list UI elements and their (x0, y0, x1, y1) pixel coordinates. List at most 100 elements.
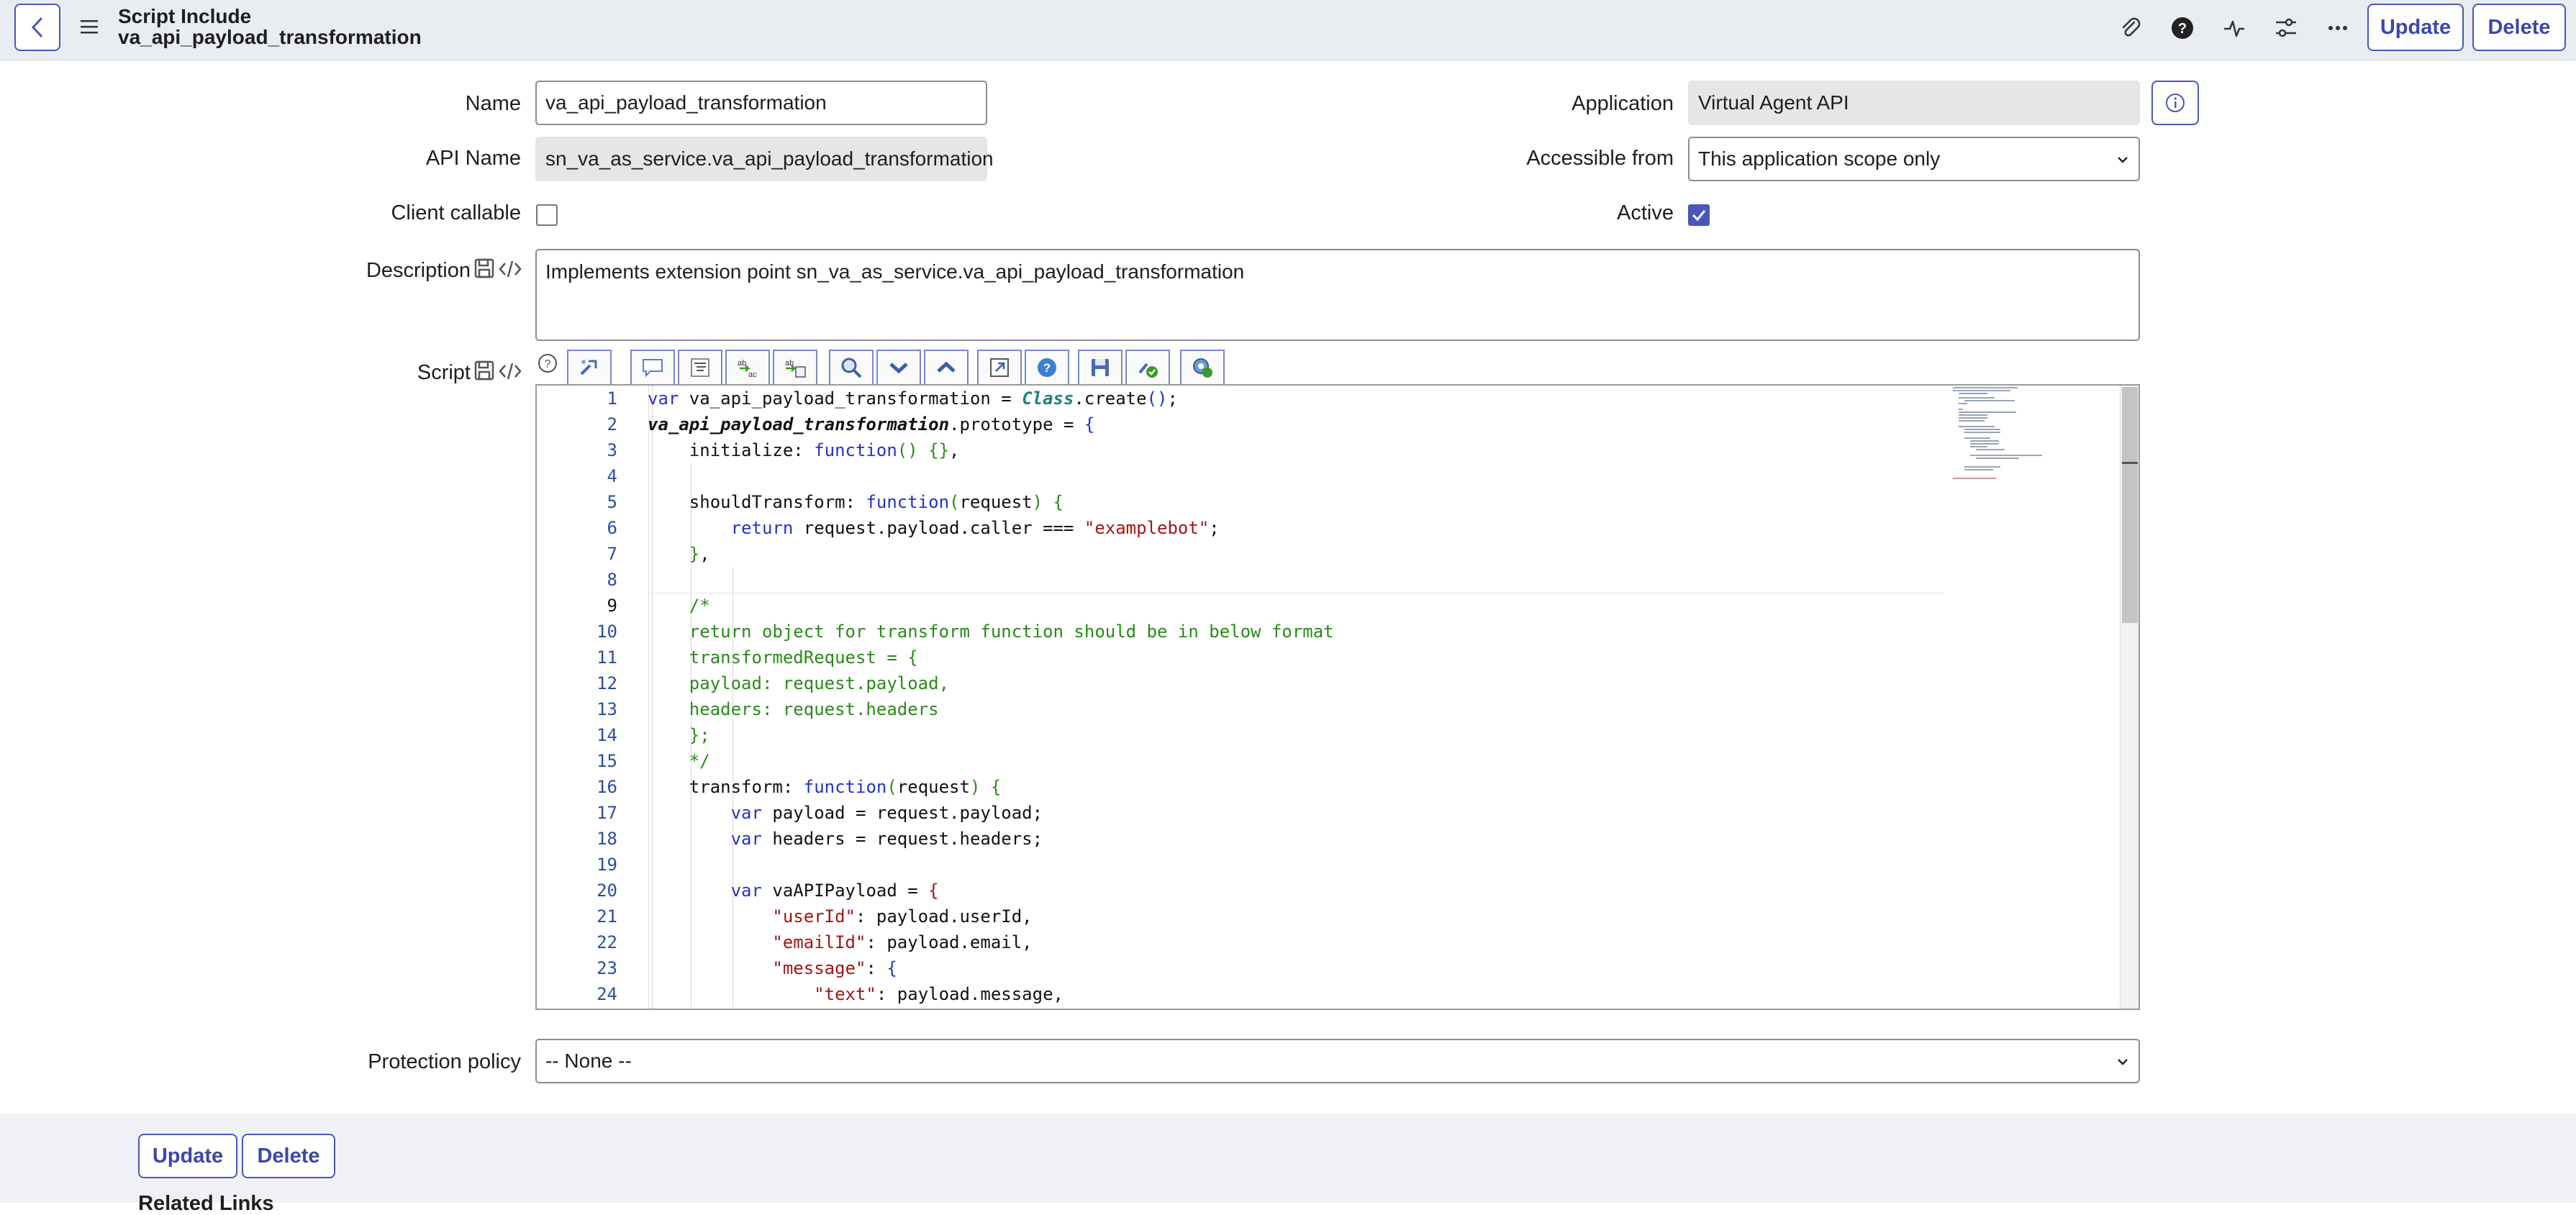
code-text: "text": payload.message, (814, 984, 1063, 1004)
footer-update-button[interactable]: Update (138, 1134, 237, 1178)
line-number: 3 (607, 440, 617, 460)
syntax-check-button[interactable] (1125, 350, 1170, 386)
script-editor[interactable]: 1 var va_api_payload_transformation = Cla… (535, 384, 2140, 1010)
save-script-button[interactable] (1078, 350, 1123, 386)
code-text: var headers = request.headers; (730, 829, 1043, 849)
comment-button[interactable] (630, 350, 675, 386)
code-icon[interactable] (498, 259, 522, 279)
find-previous-button[interactable] (924, 350, 969, 386)
menu-icon[interactable] (79, 18, 99, 35)
code-line[interactable]: 9 /* (537, 593, 1947, 619)
accessible-from-select[interactable]: This application scope only (1688, 137, 2140, 181)
toggle-syntax-button[interactable] (567, 350, 612, 386)
code-text: */ (689, 751, 710, 771)
line-number: 24 (597, 984, 617, 1004)
debug-button[interactable] (1180, 350, 1225, 386)
checkmark-icon (1692, 210, 1706, 222)
line-number: 9 (607, 596, 617, 616)
fullscreen-button[interactable] (977, 350, 1022, 386)
find-next-button[interactable] (876, 350, 921, 386)
code-line[interactable]: 22 "emailId": payload.email, (537, 929, 1947, 955)
replace-button[interactable]: ab ac (725, 350, 770, 386)
syntax-check-icon (1138, 363, 1158, 378)
code-text: transformedRequest = { (689, 647, 918, 668)
code-line[interactable]: 14 }; (537, 722, 1947, 748)
code-line[interactable]: 10 return object for transform function … (537, 619, 1947, 645)
code-text: "message": { (772, 958, 897, 978)
next-icon (889, 363, 908, 374)
line-number: 4 (607, 466, 617, 486)
code-line[interactable]: 15 */ (537, 748, 1947, 774)
code-minimap[interactable] (1949, 386, 2121, 515)
script-label: Script (417, 361, 471, 384)
replace-all-icon: ab (785, 359, 806, 378)
footer-delete-button[interactable]: Delete (242, 1134, 335, 1178)
settings-sliders-icon[interactable] (2271, 13, 2301, 43)
line-number: 15 (597, 751, 617, 771)
info-icon (2166, 94, 2185, 112)
save-script-icon (1092, 359, 1109, 376)
name-input[interactable]: va_api_payload_transformation (535, 81, 987, 125)
code-text: "emailId": payload.email, (772, 932, 1033, 952)
client-callable-label: Client callable (391, 201, 521, 224)
code-line[interactable]: 5 shouldTransform: function(request) { (537, 489, 1947, 515)
code-line[interactable]: 18 var headers = request.headers; (537, 826, 1947, 852)
code-line[interactable]: 12 payload: request.payload, (537, 670, 1947, 696)
info-button[interactable] (2151, 81, 2199, 125)
code-line[interactable]: 17 var payload = request.payload; (537, 800, 1947, 826)
format-button[interactable] (678, 350, 722, 386)
description-label: Description (366, 259, 471, 282)
line-number: 16 (597, 777, 617, 797)
line-number: 12 (597, 673, 617, 693)
toggle-syntax-icon (580, 360, 597, 376)
code-line[interactable]: 8 (537, 567, 1947, 593)
code-line[interactable]: 19 (537, 852, 1947, 878)
code-line[interactable]: 7 }, (537, 541, 1947, 567)
code-line[interactable]: 21 "userId": payload.userId, (537, 904, 1947, 929)
code-text: return request.payload.caller === "examp… (730, 518, 1220, 538)
more-icon[interactable] (2323, 13, 2353, 43)
line-number: 17 (597, 803, 617, 823)
save-icon[interactable] (473, 360, 495, 381)
line-number: 2 (607, 414, 617, 434)
delete-button[interactable]: Delete (2472, 4, 2566, 51)
code-line[interactable]: 11 transformedRequest = { (537, 645, 1947, 670)
code-icon[interactable] (498, 361, 522, 381)
line-number: 6 (607, 518, 617, 538)
search-button[interactable] (829, 350, 874, 386)
code-line[interactable]: 4 (537, 463, 1947, 489)
paperclip-icon[interactable] (2115, 13, 2146, 43)
line-number: 23 (597, 958, 617, 978)
chevron-down-icon (2118, 1059, 2128, 1065)
code-text: transform: function(request) { (648, 777, 1002, 797)
editor-help-button[interactable]: ? (1025, 350, 1069, 386)
code-line[interactable]: 23 "message": { (537, 955, 1947, 981)
editor-scrollbar[interactable] (2120, 386, 2139, 1009)
script-help-icon[interactable]: ? (537, 352, 558, 374)
code-line[interactable]: 24 "text": payload.message, (537, 981, 1947, 1007)
protection-policy-select[interactable]: -- None -- (535, 1039, 2140, 1083)
help-icon[interactable]: ? (2167, 13, 2198, 43)
update-button[interactable]: Update (2367, 4, 2464, 51)
code-line[interactable]: 20 var vaAPIPayload = { (537, 878, 1947, 904)
code-line[interactable]: 3 initialize: function() {}, (537, 437, 1947, 463)
code-line[interactable]: 16 transform: function(request) { (537, 774, 1947, 800)
code-text: initialize: function() {}, (648, 440, 960, 460)
code-text: payload: request.payload, (689, 673, 950, 693)
save-icon[interactable] (473, 258, 495, 279)
accessible-from-label: Accessible from (1526, 147, 1674, 170)
line-number: 22 (597, 932, 617, 952)
scrollbar-thumb[interactable] (2122, 387, 2138, 623)
fullscreen-icon (990, 358, 1009, 377)
api-name-label: API Name (425, 147, 521, 170)
back-button[interactable] (14, 4, 60, 51)
active-checkbox[interactable] (1688, 204, 1710, 226)
client-callable-checkbox[interactable] (536, 204, 558, 226)
code-line[interactable]: 2 va_api_payload_transformation.prototype… (537, 411, 1947, 437)
activity-icon[interactable] (2219, 13, 2249, 43)
code-line[interactable]: 1 var va_api_payload_transformation = Cla… (537, 386, 1947, 411)
code-line[interactable]: 13 headers: request.headers (537, 696, 1947, 722)
description-textarea[interactable]: Implements extension point sn_va_as_serv… (535, 249, 2140, 341)
replace-all-button[interactable]: ab (773, 350, 817, 386)
code-line[interactable]: 6 return request.payload.caller === "exa… (537, 515, 1947, 541)
